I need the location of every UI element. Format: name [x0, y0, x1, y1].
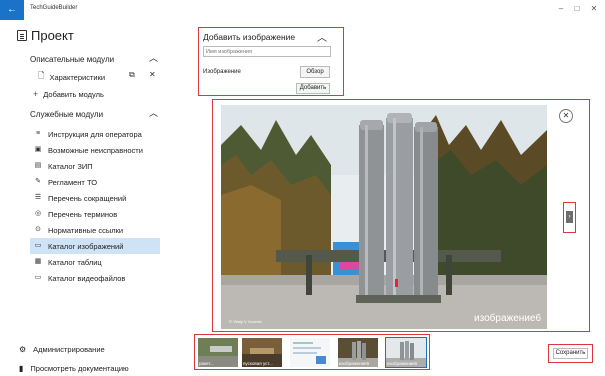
- video-icon: ▭: [34, 274, 42, 281]
- view-docs-link[interactable]: ▮ Просмотреть документацию: [19, 364, 129, 373]
- sidebar-item-abbreviations[interactable]: ☰ Перечень сокращений: [30, 190, 160, 206]
- image-caption: изображение6: [474, 313, 541, 324]
- document-icon: [17, 30, 27, 41]
- catalog-icon: ▤: [34, 162, 42, 169]
- sidebar-item-table-catalog[interactable]: ▦ Каталог таблиц: [30, 254, 160, 270]
- copyright-text: © Vitaly V. Kuzmin: [229, 319, 262, 324]
- sidebar-item-characteristics[interactable]: 🗋 Характеристики: [38, 70, 105, 84]
- list-icon: ☰: [34, 194, 42, 201]
- app-title: TechGuideBuilder: [30, 5, 78, 11]
- image-label: Изображение: [203, 69, 241, 75]
- thumbnail-label: пусковая уст...: [243, 361, 273, 366]
- sidebar-item-spare-parts[interactable]: ▤ Каталог ЗИП: [30, 158, 160, 174]
- title-bar: ← TechGuideBuilder – □ ✕: [0, 0, 605, 20]
- add-button[interactable]: Добавить: [296, 83, 330, 94]
- thumbnail-item[interactable]: [290, 338, 330, 367]
- sidebar-item-label: Инструкция для оператора: [48, 129, 142, 139]
- thumbnail-label: ракет...: [199, 361, 214, 366]
- plus-icon: +: [33, 89, 39, 99]
- image-preview-panel: © Vitaly V. Kuzmin изображение6 ✕ ›: [212, 99, 590, 332]
- chevron-up-icon[interactable]: ︿: [149, 106, 158, 119]
- sidebar-item-operator-instruction[interactable]: ≡ Инструкция для оператора: [30, 126, 160, 142]
- table-icon: ▦: [34, 258, 42, 265]
- document-icon: ▮: [19, 364, 24, 373]
- thumbnail-strip: ракет... пусковая уст... изображение5 из…: [194, 334, 430, 370]
- next-image-button[interactable]: ›: [563, 202, 576, 233]
- preview-image: © Vitaly V. Kuzmin изображение6: [221, 105, 547, 329]
- thumbnail-label: изображение5: [339, 361, 370, 366]
- maximize-button[interactable]: □: [569, 4, 585, 13]
- sidebar-item-label: Регламент ТО: [48, 177, 98, 187]
- thumbnail-item[interactable]: пусковая уст...: [242, 338, 282, 367]
- close-icon: ✕: [562, 111, 570, 120]
- list-icon: ≡: [35, 130, 41, 137]
- add-image-title: Добавить изображение: [203, 32, 296, 42]
- sidebar-item-terms[interactable]: ◎ Перечень терминов: [30, 206, 160, 222]
- book-icon: ▣: [34, 146, 42, 153]
- chevron-up-icon[interactable]: ︿: [149, 51, 158, 64]
- sidebar-item-label: Каталог изображений: [48, 241, 124, 251]
- save-button-frame: Сохранить: [548, 344, 593, 363]
- admin-icon: ⚙: [19, 345, 27, 354]
- thumbnail-label: изображение6: [387, 361, 418, 366]
- link-icon: ⊙: [35, 226, 41, 233]
- chevron-right-icon: ›: [566, 211, 573, 223]
- pencil-icon: ✎: [35, 178, 41, 185]
- administration-link[interactable]: ⚙ Администрирование: [19, 345, 105, 354]
- thumbnail-item[interactable]: ракет...: [198, 338, 238, 367]
- sidebar-item-label: Нормативные ссылки: [48, 225, 124, 235]
- sidebar-item-image-catalog[interactable]: ▭ Каталог изображений: [30, 238, 160, 254]
- administration-label: Администрирование: [33, 345, 105, 354]
- sidebar-item-maintenance[interactable]: ✎ Регламент ТО: [30, 174, 160, 190]
- sidebar-item-label: Каталог таблиц: [48, 257, 102, 267]
- remove-module-icon[interactable]: ✕: [149, 70, 156, 79]
- preview-photo-graphic: [221, 105, 547, 329]
- page-icon: 🗋: [38, 71, 45, 80]
- image-name-input[interactable]: [203, 46, 331, 57]
- sidebar-item-label: Каталог ЗИП: [48, 161, 93, 171]
- project-title-text: Проект: [31, 28, 74, 43]
- sidebar-item-references[interactable]: ⊙ Нормативные ссылки: [30, 222, 160, 238]
- sidebar-item-label: Каталог видеофайлов: [48, 273, 126, 283]
- open-external-icon[interactable]: ⧉: [129, 70, 135, 80]
- sidebar-item-label: Перечень терминов: [48, 209, 118, 219]
- descriptive-modules-heading: Описательные модули: [30, 55, 115, 64]
- sidebar-item-label: Характеристики: [49, 72, 106, 82]
- image-icon: ▭: [34, 242, 42, 249]
- view-docs-label: Просмотреть документацию: [30, 364, 129, 373]
- project-title: Проект: [17, 28, 74, 43]
- thumbnail-graphic: [290, 338, 330, 367]
- sidebar-item-label: Перечень сокращений: [48, 193, 127, 203]
- save-button[interactable]: Сохранить: [553, 348, 588, 359]
- close-window-button[interactable]: ✕: [586, 4, 602, 13]
- back-button[interactable]: ←: [0, 0, 24, 20]
- thumbnail-item-selected[interactable]: изображение6: [385, 337, 427, 368]
- minimize-button[interactable]: –: [553, 4, 569, 13]
- sidebar-item-label: Возможные неисправности: [48, 145, 143, 155]
- thumbnail-item[interactable]: изображение5: [338, 338, 378, 367]
- sidebar-item-faults[interactable]: ▣ Возможные неисправности: [30, 142, 160, 158]
- add-module-label: Добавить модуль: [43, 89, 104, 99]
- browse-button[interactable]: Обзор: [300, 66, 330, 78]
- add-module-button[interactable]: + Добавить модуль: [33, 89, 104, 99]
- arrow-left-icon: ←: [7, 4, 17, 15]
- terms-icon: ◎: [34, 210, 42, 217]
- sidebar-item-video-catalog[interactable]: ▭ Каталог видеофайлов: [30, 270, 160, 286]
- close-preview-button[interactable]: ✕: [559, 109, 573, 123]
- chevron-up-icon[interactable]: ︿: [317, 29, 327, 44]
- service-modules-heading: Служебные модули: [30, 110, 104, 119]
- add-image-panel: Добавить изображение ︿ Изображение Обзор…: [198, 27, 344, 96]
